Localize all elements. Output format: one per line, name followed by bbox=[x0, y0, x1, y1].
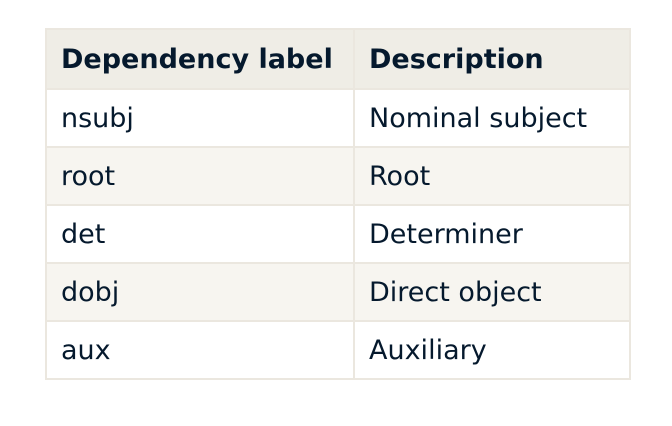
cell-label: nsubj bbox=[45, 88, 355, 148]
cell-label: det bbox=[45, 204, 355, 264]
cell-description: Nominal subject bbox=[353, 88, 631, 148]
table-row: nsubj Nominal subject bbox=[45, 88, 631, 148]
table-row: det Determiner bbox=[45, 204, 631, 264]
table-header: Dependency label Description bbox=[45, 28, 631, 90]
cell-description: Root bbox=[353, 146, 631, 206]
cell-description: Auxiliary bbox=[353, 320, 631, 380]
cell-label: root bbox=[45, 146, 355, 206]
cell-label: aux bbox=[45, 320, 355, 380]
cell-description: Direct object bbox=[353, 262, 631, 322]
cell-description: Determiner bbox=[353, 204, 631, 264]
table-row: aux Auxiliary bbox=[45, 320, 631, 380]
header-row: Dependency label Description bbox=[45, 28, 631, 90]
header-dependency-label: Dependency label bbox=[45, 28, 355, 90]
table-row: dobj Direct object bbox=[45, 262, 631, 322]
header-description: Description bbox=[353, 28, 631, 90]
dependency-table: Dependency label Description nsubj Nomin… bbox=[45, 28, 631, 380]
cell-label: dobj bbox=[45, 262, 355, 322]
table-row: root Root bbox=[45, 146, 631, 206]
table-body: nsubj Nominal subject root Root det Dete… bbox=[45, 88, 631, 380]
